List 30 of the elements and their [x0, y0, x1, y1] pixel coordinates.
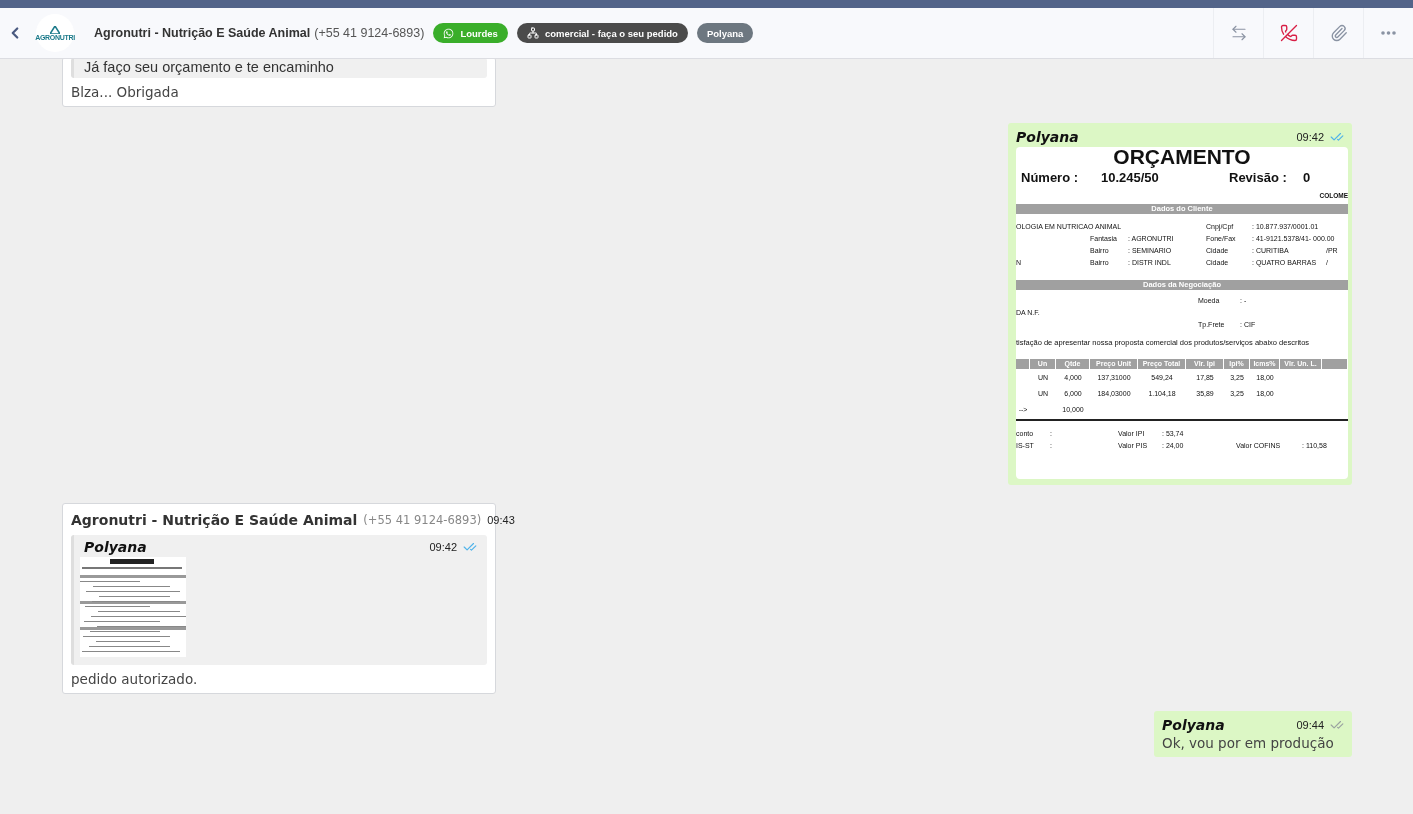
sender-name: Polyana — [1016, 129, 1080, 145]
tag-label: Polyana — [706, 27, 744, 39]
triangle-logo-icon — [50, 25, 60, 34]
sender-name: Polyana — [1162, 717, 1226, 733]
sender-phone: (+55 41 9124-6893) — [363, 513, 482, 527]
number-value: 10.245/50 — [1101, 173, 1160, 182]
message-time: 09:43 — [487, 514, 515, 526]
revision-label: Revisão : — [1229, 173, 1288, 182]
message-time: 09:44 — [1296, 719, 1324, 731]
paperclip-icon — [1329, 24, 1348, 42]
whatsapp-icon — [443, 27, 455, 39]
quoted-text: Já faço seu orçamento e te encaminho — [84, 59, 335, 75]
document-title: ORÇAMENTO — [1113, 147, 1251, 167]
phone-off-icon — [1279, 24, 1298, 42]
tag-label: Lourdes — [460, 27, 498, 39]
sender-name: Polyana — [84, 539, 148, 555]
tag-label: comercial - faça o seu pedido — [544, 27, 678, 39]
sender-name: Agronutri - Nutrição E Saúde Animal — [71, 512, 358, 528]
message-time: 09:42 — [1296, 131, 1324, 143]
contact-name: Agronutri - Nutrição E Saúde Animal — [94, 26, 311, 40]
sitemap-icon — [526, 27, 539, 39]
contact-phone: (+55 41 9124-6893) — [314, 26, 425, 40]
message-text: Ok, vou por em produção — [1162, 734, 1335, 751]
number-label: Número : — [1021, 173, 1080, 182]
more-icon — [1381, 31, 1396, 35]
swap-arrows-icon — [1229, 24, 1248, 42]
message-text: pedido autorizado. — [71, 670, 199, 687]
message-time: 09:42 — [429, 541, 457, 553]
message-text: Blza... Obrigada — [71, 83, 180, 100]
revision-value: 0 — [1303, 173, 1312, 182]
